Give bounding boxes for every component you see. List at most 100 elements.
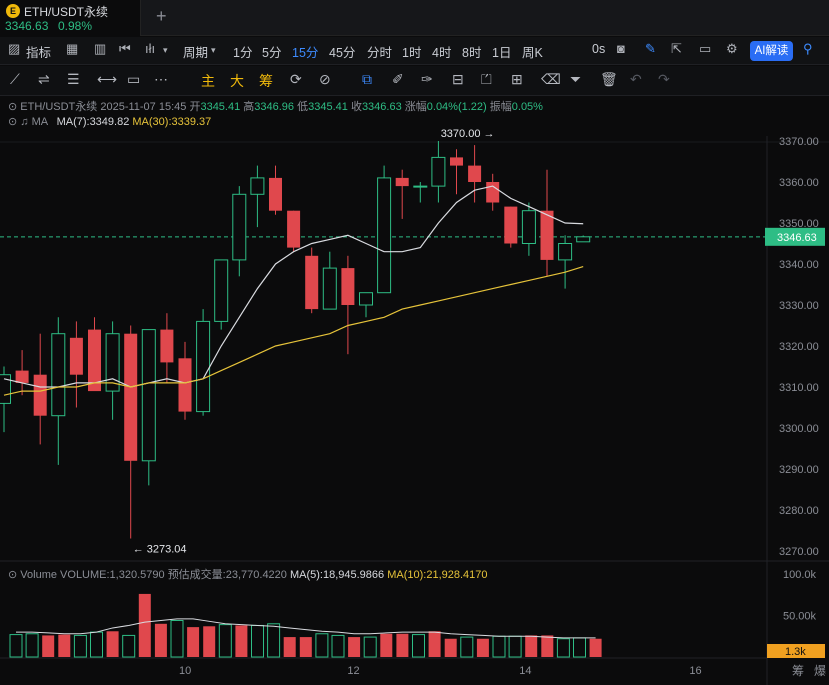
period-timeshare[interactable]: 分时 <box>367 42 392 61</box>
period-menu[interactable]: 周期 <box>183 42 208 61</box>
volume-bar-down <box>106 631 119 657</box>
volume-bar-down <box>396 633 409 657</box>
volume-bar-up <box>363 636 377 658</box>
hline-tool-icon[interactable]: ⟷ <box>97 71 117 88</box>
candle-down <box>540 210 554 260</box>
volume-bar-down <box>42 635 55 657</box>
pencil-icon[interactable]: ✐ <box>392 71 404 88</box>
volume-bar-down <box>203 626 216 657</box>
calendar-icon[interactable]: ▦ <box>66 41 78 57</box>
undo-icon[interactable]: ↶ <box>630 71 642 88</box>
chevron-down-icon[interactable]: ▾ <box>211 45 216 56</box>
volume-bar-up <box>90 631 103 658</box>
add-tab-button[interactable]: + <box>156 6 167 27</box>
candle-down <box>305 255 319 310</box>
candle-up <box>558 243 573 261</box>
candle-down <box>160 329 174 363</box>
chevron-down-icon[interactable]: ▾ <box>163 45 168 56</box>
volume-bar-up <box>25 633 39 658</box>
indicators-button[interactable]: 指标 <box>26 42 51 61</box>
chart-toolbar: ▨ 指标 ▦ ▥ ⏮ ıłı ▾ 周期 ▾ 1分 5分 15分 45分 分时 1… <box>0 37 829 65</box>
candle-down <box>15 370 29 383</box>
price-tick-label: 3340.00 <box>779 259 819 271</box>
volume-bar-up <box>331 634 345 658</box>
volume-bar-up <box>556 638 570 658</box>
copy-icon[interactable]: ⊞ <box>511 71 523 88</box>
tab-title: ETH/USDT永续 <box>24 5 109 19</box>
candlestick-chart[interactable]: 3370.003360.003350.003340.003330.003320.… <box>0 96 829 685</box>
candle-up <box>413 185 428 188</box>
period-1h[interactable]: 1时 <box>402 42 421 61</box>
volume-bar-down <box>58 634 71 657</box>
replay-icon[interactable]: ⏮ <box>119 41 131 57</box>
alert-icon[interactable]: ⏍ <box>481 71 492 88</box>
magnet-icon[interactable]: ⧉ <box>362 71 372 88</box>
settings-icon[interactable]: ⚙ <box>726 41 738 57</box>
volume-bar-up <box>315 633 329 658</box>
volume-bar-down <box>541 635 554 657</box>
period-1d[interactable]: 1日 <box>492 42 511 61</box>
period-1m[interactable]: 1分 <box>233 42 252 61</box>
layout-icon[interactable]: ▥ <box>94 41 106 57</box>
channel-tool-icon[interactable]: ☰ <box>67 71 80 88</box>
share-icon[interactable]: ⇱ <box>671 41 682 57</box>
period-1w[interactable]: 周K <box>522 42 543 61</box>
volume-axis-50k: 50.00k <box>783 611 817 623</box>
drawing-toolbar: ⟋ ⇌ ☰ ⟷ ▭ ⋯ 主 大 筹 ⟳ ⊘ ⧉ ✐ ✑ ⊟ ⏍ ⊞ ⌫ ⏷ 🗑 … <box>0 66 829 96</box>
volume-bar-down <box>235 625 248 657</box>
candle-up <box>431 156 446 187</box>
volume-bar-up <box>251 624 264 658</box>
link-icon[interactable]: ⚲ <box>803 41 813 57</box>
candle-down <box>269 177 282 211</box>
candle-up <box>377 177 392 294</box>
camera-icon[interactable]: ◙ <box>617 41 625 56</box>
indicator-icon[interactable]: ▨ <box>8 41 20 57</box>
candle-down <box>468 165 482 182</box>
big-order-button[interactable]: 大 <box>230 71 244 91</box>
eraser-icon[interactable]: ⌫ <box>541 71 561 88</box>
ai-interpret-button[interactable]: AI解读 <box>750 41 793 61</box>
ray-tool-icon[interactable]: ⇌ <box>38 71 50 88</box>
time-tick-label: 12 <box>347 665 359 677</box>
main-chart-button[interactable]: 主 <box>201 71 215 91</box>
low-annotation: ← 3273.04 <box>133 544 187 556</box>
volume-bar-up <box>492 635 506 658</box>
candle-up <box>232 193 247 261</box>
period-45m[interactable]: 45分 <box>329 42 355 61</box>
period-15m[interactable]: 15分 <box>292 42 318 61</box>
volume-bar-up <box>460 636 474 658</box>
period-8h[interactable]: 8时 <box>462 42 481 61</box>
line-tool-icon[interactable]: ⟋ <box>10 71 20 88</box>
transform-icon[interactable]: ⟳ <box>290 71 302 88</box>
trash-icon[interactable]: 🗑 <box>600 71 618 88</box>
chips-button[interactable]: 筹 <box>259 71 273 91</box>
volume-bar-up <box>412 634 425 658</box>
price-tick-label: 3320.00 <box>779 341 819 353</box>
rect-tool-icon[interactable]: ▭ <box>127 71 140 88</box>
chart-type-icon[interactable]: ıłı <box>145 41 155 56</box>
period-4h[interactable]: 4时 <box>432 42 451 61</box>
redo-icon[interactable]: ↷ <box>658 71 670 88</box>
lock-icon[interactable]: ⊟ <box>452 71 464 88</box>
price-tick-label: 3290.00 <box>779 464 819 476</box>
volume-bar-down <box>187 627 200 657</box>
period-5m[interactable]: 5分 <box>262 42 281 61</box>
more-tools-icon[interactable]: ⋯ <box>154 71 168 88</box>
volume-axis-100k: 100.0k <box>783 569 817 581</box>
edit-icon[interactable]: ✎ <box>645 41 656 57</box>
volume-bar-up <box>267 623 281 658</box>
filter-icon[interactable]: ⏷ <box>570 71 581 88</box>
tab-eth-usdt[interactable]: E ETH/USDT永续 3346.63 0.98% <box>0 0 141 36</box>
window-icon[interactable]: ▭ <box>699 41 711 57</box>
time-tick-label: 10 <box>179 665 191 677</box>
volume-bar-up <box>122 634 136 658</box>
brush-icon[interactable]: ✑ <box>421 71 433 88</box>
candle-down <box>287 210 301 248</box>
current-price-label: 3346.63 <box>777 232 817 244</box>
price-tick-label: 3370.00 <box>779 136 819 148</box>
volume-bar-down <box>525 635 538 657</box>
candle-up <box>521 210 536 244</box>
price-tick-label: 3330.00 <box>779 300 819 312</box>
volume-bar-up <box>170 619 184 658</box>
hide-icon[interactable]: ⊘ <box>319 71 331 88</box>
